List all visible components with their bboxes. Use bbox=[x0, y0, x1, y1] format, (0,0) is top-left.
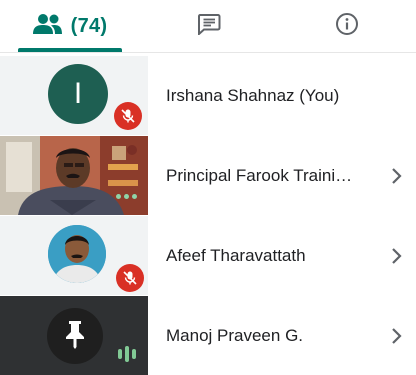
chevron-right-icon[interactable] bbox=[376, 296, 416, 375]
participant-row[interactable]: Manoj Praveen G. bbox=[0, 296, 416, 375]
speaking-indicator-icon bbox=[118, 346, 136, 362]
participant-tile bbox=[0, 296, 148, 375]
participant-video-tile bbox=[0, 136, 148, 215]
participant-name: Afeef Tharavattath bbox=[166, 245, 306, 265]
participant-tile bbox=[0, 216, 148, 295]
selected-tab-indicator bbox=[18, 48, 122, 52]
people-icon bbox=[32, 13, 63, 40]
participant-row[interactable]: Principal Farook Traini… bbox=[0, 136, 416, 215]
chevron-right-icon[interactable] bbox=[376, 216, 416, 295]
tab-info[interactable] bbox=[278, 0, 416, 52]
video-active-dots-icon bbox=[116, 194, 137, 199]
participant-name: Manoj Praveen G. bbox=[166, 325, 304, 345]
video-frame bbox=[0, 136, 148, 215]
avatar bbox=[48, 225, 106, 283]
avatar: I bbox=[48, 64, 108, 124]
info-icon bbox=[335, 12, 359, 41]
chat-icon bbox=[197, 13, 221, 40]
tab-bar: (74) bbox=[0, 0, 416, 53]
participant-row[interactable]: Afeef Tharavattath bbox=[0, 216, 416, 295]
tab-people[interactable]: (74) bbox=[0, 0, 140, 52]
tab-chat[interactable] bbox=[140, 0, 278, 52]
participant-tile: I bbox=[0, 56, 148, 135]
participant-name: Principal Farook Traini… bbox=[166, 165, 353, 185]
pin-icon bbox=[62, 319, 88, 354]
participant-name: Irshana Shahnaz (You) bbox=[166, 85, 340, 105]
avatar bbox=[47, 308, 103, 364]
chevron-right-icon[interactable] bbox=[376, 136, 416, 215]
participant-count: (74) bbox=[70, 14, 108, 37]
mic-off-icon bbox=[114, 102, 142, 130]
mic-off-icon bbox=[116, 264, 144, 292]
participant-row[interactable]: I Irshana Shahnaz (You) bbox=[0, 56, 416, 135]
